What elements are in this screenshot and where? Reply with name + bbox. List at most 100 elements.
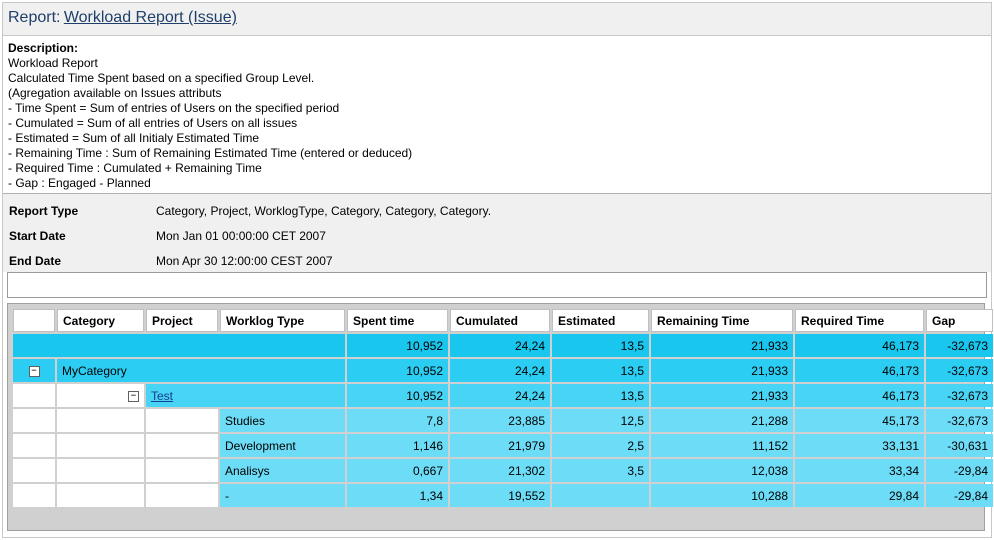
empty-cell <box>57 434 144 457</box>
estimated-cell: 13,5 <box>552 334 649 357</box>
spent-cell: 0,667 <box>347 459 448 482</box>
report-prefix: Report: <box>8 9 61 26</box>
category-row: − MyCategory 10,952 24,24 13,5 21,933 46… <box>13 359 993 382</box>
grid-header-row: Category Project Worklog Type Spent time… <box>13 309 993 332</box>
estimated-cell: 13,5 <box>552 359 649 382</box>
estimated-cell: 3,5 <box>552 459 649 482</box>
estimated-cell: 13,5 <box>552 384 649 407</box>
total-row: 10,952 24,24 13,5 21,933 46,173 -32,673 <box>13 334 993 357</box>
total-label-cell <box>13 334 345 357</box>
category-name: MyCategory <box>57 359 345 382</box>
column-header-remaining-time[interactable]: Remaining Time <box>651 309 793 332</box>
report-title-link[interactable]: Workload Report (Issue) <box>64 9 237 26</box>
required-cell: 45,173 <box>795 409 924 432</box>
required-cell: 33,34 <box>795 459 924 482</box>
worklog-row: Studies 7,8 23,885 12,5 21,288 45,173 -3… <box>13 409 993 432</box>
remaining-cell: 10,288 <box>651 484 793 507</box>
report-header: Report: Workload Report (Issue) <box>3 3 991 36</box>
column-header-category[interactable]: Category <box>57 309 144 332</box>
empty-cell <box>57 409 144 432</box>
column-header-estimated[interactable]: Estimated <box>552 309 649 332</box>
description-line: - Estimated = Sum of all Initialy Estima… <box>8 131 260 145</box>
gap-cell: -32,673 <box>926 359 993 382</box>
worklog-row: Development 1,146 21,979 2,5 11,152 33,1… <box>13 434 993 457</box>
description-line: - Time Spent = Sum of entries of Users o… <box>8 101 340 115</box>
gap-cell: -29,84 <box>926 459 993 482</box>
required-cell: 33,131 <box>795 434 924 457</box>
description-line: - Cumulated = Sum of all entries of User… <box>8 116 298 130</box>
project-link[interactable]: Test <box>151 389 173 403</box>
empty-cell <box>146 459 218 482</box>
project-name-cell: Test <box>146 384 345 407</box>
description-heading: Description: <box>8 41 79 55</box>
description-line: - Remaining Time : Sum of Remaining Esti… <box>8 146 413 160</box>
collapse-icon[interactable]: − <box>28 365 40 377</box>
column-header-required-time[interactable]: Required Time <box>795 309 924 332</box>
report-info: Report Type Category, Project, WorklogTy… <box>3 194 991 272</box>
start-date-label: Start Date <box>9 228 66 243</box>
remaining-cell: 12,038 <box>651 459 793 482</box>
spent-cell: 7,8 <box>347 409 448 432</box>
remaining-cell: 21,933 <box>651 384 793 407</box>
spent-cell: 1,146 <box>347 434 448 457</box>
column-header-worklog-type[interactable]: Worklog Type <box>220 309 345 332</box>
gap-cell: -32,673 <box>926 409 993 432</box>
category-toggle-cell: − <box>13 359 55 382</box>
worklog-row: - 1,34 19,552 10,288 29,84 -29,84 <box>13 484 993 507</box>
column-header-toggle <box>13 309 55 332</box>
estimated-cell <box>552 484 649 507</box>
description-line: - Required Time : Cumulated + Remaining … <box>8 161 262 175</box>
cumulated-cell: 24,24 <box>450 359 550 382</box>
empty-cell <box>146 484 218 507</box>
empty-cell <box>13 409 55 432</box>
cumulated-cell: 24,24 <box>450 334 550 357</box>
report-type-row: Report Type Category, Project, WorklogTy… <box>3 198 991 223</box>
column-header-project[interactable]: Project <box>146 309 218 332</box>
cumulated-cell: 23,885 <box>450 409 550 432</box>
column-header-spent-time[interactable]: Spent time <box>347 309 448 332</box>
workload-grid: Category Project Worklog Type Spent time… <box>7 303 993 531</box>
empty-cell <box>57 484 144 507</box>
end-date-row: End Date Mon Apr 30 12:00:00 CEST 2007 <box>3 248 991 273</box>
description-line: - Gap : Engaged - Planned <box>8 176 151 190</box>
remaining-cell: 21,933 <box>651 359 793 382</box>
column-header-cumulated[interactable]: Cumulated <box>450 309 550 332</box>
end-date-label: End Date <box>9 253 62 268</box>
empty-cell <box>146 409 218 432</box>
worklog-type-cell: Studies <box>220 409 345 432</box>
empty-cell <box>57 459 144 482</box>
worklog-type-cell: Analisys <box>220 459 345 482</box>
remaining-cell: 11,152 <box>651 434 793 457</box>
gap-cell: -32,673 <box>926 334 993 357</box>
cumulated-cell: 24,24 <box>450 384 550 407</box>
spent-cell: 10,952 <box>347 334 448 357</box>
description-line: (Agregation available on Issues attribut… <box>8 86 222 100</box>
required-cell: 46,173 <box>795 359 924 382</box>
spent-cell: 10,952 <box>347 384 448 407</box>
collapse-icon[interactable]: − <box>128 390 139 402</box>
empty-cell <box>13 384 55 407</box>
toolbar-area <box>7 272 987 298</box>
cumulated-cell: 21,302 <box>450 459 550 482</box>
column-header-gap[interactable]: Gap <box>926 309 993 332</box>
remaining-cell: 21,288 <box>651 409 793 432</box>
estimated-cell: 12,5 <box>552 409 649 432</box>
description-section: Description: Workload Report Calculated … <box>3 36 991 194</box>
report-type-value: Category, Project, WorklogType, Category… <box>156 203 492 218</box>
empty-cell <box>146 434 218 457</box>
estimated-cell: 2,5 <box>552 434 649 457</box>
start-date-row: Start Date Mon Jan 01 00:00:00 CET 2007 <box>3 223 991 248</box>
empty-cell <box>13 484 55 507</box>
cumulated-cell: 21,979 <box>450 434 550 457</box>
gap-cell: -29,84 <box>926 484 993 507</box>
worklog-type-cell: Development <box>220 434 345 457</box>
end-date-value: Mon Apr 30 12:00:00 CEST 2007 <box>156 253 333 268</box>
gap-cell: -32,673 <box>926 384 993 407</box>
empty-cell <box>13 459 55 482</box>
start-date-value: Mon Jan 01 00:00:00 CET 2007 <box>156 228 326 243</box>
required-cell: 46,173 <box>795 384 924 407</box>
worklog-type-cell: - <box>220 484 345 507</box>
remaining-cell: 21,933 <box>651 334 793 357</box>
description-line: Calculated Time Spent based on a specifi… <box>8 71 315 85</box>
description-line: Workload Report <box>8 56 98 70</box>
